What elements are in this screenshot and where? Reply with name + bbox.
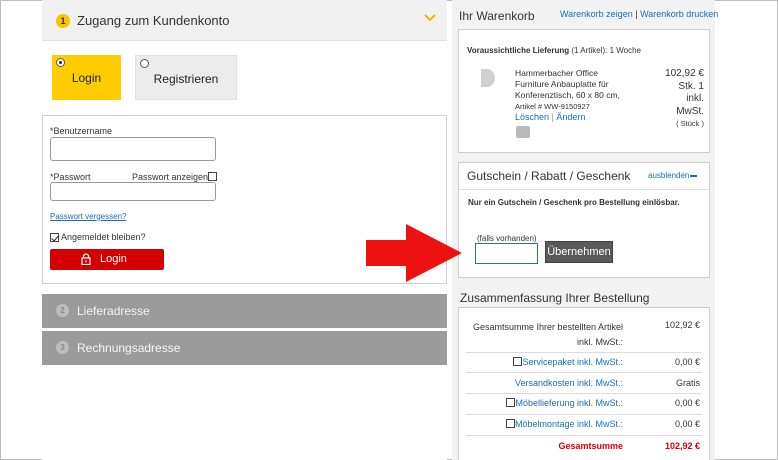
change-link[interactable]: Ändern — [556, 112, 585, 122]
minus-icon[interactable] — [690, 175, 697, 177]
username-input[interactable] — [50, 137, 216, 161]
grand-total-value: 102,92 € — [664, 441, 700, 451]
tab-login[interactable]: Login — [52, 55, 121, 100]
shipping-cost-value: Gratis — [675, 378, 700, 388]
summary-separator — [466, 414, 702, 415]
product-name-line: Konferenztisch, 60 x 80 cm, — [515, 90, 620, 100]
shipping-cost-label[interactable]: Versandkosten inkl. MwSt.: — [515, 378, 623, 388]
cart-title: Ihr Warenkorb — [459, 9, 535, 23]
summary-separator — [466, 372, 702, 373]
cart-links: Warenkorb zeigen | Warenkorb drucken — [560, 9, 718, 19]
product-name-line: Furniture Anbauplatte für — [515, 79, 609, 89]
assembly-checkbox[interactable] — [506, 419, 515, 428]
step-badge: 1 — [56, 14, 70, 28]
assembly-value: 0,00 € — [674, 419, 700, 429]
delivery-estimate: Voraussichtliche Lieferung (1 Artikel): … — [467, 46, 641, 55]
password-input[interactable] — [50, 182, 216, 201]
product-tax-note: MwSt. — [676, 105, 704, 117]
forgot-password-link[interactable]: Passwort vergessen? — [50, 212, 126, 221]
voucher-divider — [459, 189, 709, 190]
product-image[interactable] — [480, 68, 496, 88]
note-icon[interactable] — [516, 126, 530, 138]
summary-items-label: Gesamtsumme Ihrer bestellten Artikel ink… — [473, 320, 623, 350]
arrow-right-icon — [366, 224, 462, 282]
step-number: 2 — [56, 304, 69, 317]
step-label: Lieferadresse — [77, 304, 150, 318]
step-label: Rechnungsadresse — [77, 341, 181, 355]
voucher-code-input[interactable] — [475, 243, 538, 264]
summary-items-value: 102,92 € — [664, 320, 700, 330]
furniture-delivery-label[interactable]: Möbellieferung inkl. MwSt.: — [515, 398, 623, 408]
summary-separator — [466, 435, 702, 436]
show-cart-link[interactable]: Warenkorb zeigen — [560, 9, 633, 19]
print-cart-link[interactable]: Warenkorb drucken — [640, 9, 718, 19]
summary-items-label-line: Gesamtsumme Ihrer bestellten Artikel — [472, 322, 623, 332]
summary-separator — [466, 352, 702, 353]
step-billing-address[interactable]: 3 Rechnungsadresse — [42, 331, 447, 365]
summary-separator — [466, 393, 702, 394]
assembly-label[interactable]: Möbelmontage inkl. MwSt.: — [515, 419, 623, 429]
grand-total-label: Gesamtsumme — [558, 441, 623, 451]
product-unit: ( Stück ) — [676, 119, 704, 128]
password-label: *Passwort — [50, 172, 91, 182]
service-package-checkbox[interactable] — [513, 357, 522, 366]
summary-row-items: Gesamtsumme Ihrer bestellten Artikel ink… — [461, 320, 706, 350]
service-package-value: 0,00 € — [674, 357, 700, 367]
login-button-label: Login — [100, 253, 127, 265]
stay-logged-in-label: Angemeldet bleiben? — [61, 232, 146, 242]
summary-items-label-line: inkl. MwSt.: — [576, 337, 623, 347]
voucher-hide-link[interactable]: ausblenden — [648, 171, 689, 180]
login-radio[interactable] — [56, 58, 65, 67]
username-label: *Benutzername — [50, 126, 113, 136]
delivery-label: Voraussichtliche Lieferung — [467, 46, 570, 55]
product-article-number: Artikel # WW-9150927 — [515, 102, 590, 111]
stay-logged-in-checkbox[interactable] — [50, 233, 59, 242]
voucher-note: Nur ein Gutschein / Geschenk pro Bestell… — [468, 198, 680, 207]
product-actions: Löschen | Ändern — [515, 112, 585, 122]
tab-register[interactable]: Registrieren — [135, 55, 237, 100]
product-price-block: 102,92 € Stk. 1 inkl. MwSt. ( Stück ) — [660, 68, 704, 131]
chevron-down-icon[interactable] — [423, 11, 437, 25]
register-radio[interactable] — [140, 59, 149, 68]
step-delivery-address[interactable]: 2 Lieferadresse — [42, 294, 447, 328]
product-qty: Stk. 1 — [678, 80, 704, 92]
product-name-line: Hammerbacher Office — [515, 68, 598, 78]
product-description: Hammerbacher Office Furniture Anbauplatt… — [515, 68, 620, 112]
delivery-count: (1 Artikel): 1 Woche — [571, 46, 641, 55]
furniture-delivery-checkbox[interactable] — [506, 398, 515, 407]
apply-voucher-button[interactable]: Übernehmen — [545, 241, 613, 263]
account-access-header[interactable]: 1 Zugang zum Kundenkonto — [42, 0, 447, 41]
delete-link[interactable]: Löschen — [515, 112, 549, 122]
tab-login-label: Login — [71, 71, 102, 85]
login-button[interactable]: Login — [50, 249, 164, 270]
account-access-title: Zugang zum Kundenkonto — [77, 13, 230, 28]
step-number: 3 — [56, 341, 69, 354]
product-tax-note: inkl. — [686, 93, 704, 104]
furniture-delivery-value: 0,00 € — [674, 398, 700, 408]
lock-icon — [81, 253, 91, 265]
voucher-title: Gutschein / Rabatt / Geschenk — [467, 169, 631, 183]
summary-title: Zusammenfassung Ihrer Bestellung — [460, 291, 650, 305]
show-password-checkbox[interactable] — [208, 172, 217, 181]
product-price: 102,92 € — [665, 68, 704, 79]
service-package-label[interactable]: Servicepaket inkl. MwSt.: — [522, 357, 623, 367]
show-password-label: Passwort anzeigen — [132, 172, 209, 182]
voucher-input-label: (falls vorhanden) — [477, 234, 537, 243]
tab-register-label: Registrieren — [153, 72, 219, 86]
